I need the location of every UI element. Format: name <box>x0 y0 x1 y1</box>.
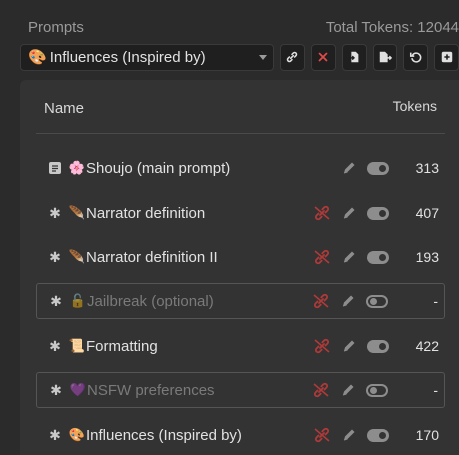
prompt-row[interactable]: ✱ 🪶 Narrator definition II 193 <box>36 239 445 275</box>
export-button[interactable] <box>372 43 398 71</box>
pencil-icon[interactable] <box>341 160 357 176</box>
prompt-emoji: 🪶 <box>68 205 86 220</box>
enable-toggle[interactable] <box>367 250 389 264</box>
prompt-row[interactable]: 🌸 Shoujo (main prompt) 313 <box>36 150 445 186</box>
prompt-title[interactable]: Influences (Inspired by) <box>86 427 242 444</box>
prompt-emoji: 🪶 <box>68 249 86 264</box>
asterisk-icon[interactable]: ✱ <box>43 293 69 310</box>
unlink-icon[interactable] <box>313 427 331 443</box>
token-count: 170 <box>415 427 439 443</box>
reset-button[interactable] <box>403 43 429 71</box>
pencil-icon[interactable] <box>341 338 357 354</box>
import-button[interactable] <box>341 43 367 71</box>
unlink-icon[interactable] <box>312 293 330 309</box>
prompt-select-value: Influences (Inspired by) <box>49 48 206 66</box>
link-button[interactable] <box>280 43 305 71</box>
token-count: 193 <box>415 249 439 265</box>
pencil-icon[interactable] <box>341 249 357 265</box>
column-header-tokens: Tokens <box>392 98 437 114</box>
token-count: 422 <box>415 338 439 354</box>
asterisk-icon[interactable]: ✱ <box>42 249 68 266</box>
prompt-emoji: 💜 <box>69 382 87 397</box>
column-header-name: Name <box>44 100 85 117</box>
add-button[interactable] <box>434 43 459 71</box>
prompt-emoji: 🔓 <box>69 293 87 308</box>
reset-icon <box>409 52 422 63</box>
prompt-title[interactable]: Shoujo (main prompt) <box>86 160 230 177</box>
prompt-row[interactable]: ✱ 🎨 Influences (Inspired by) 170 <box>36 417 445 453</box>
asterisk-icon[interactable]: ✱ <box>42 205 68 222</box>
prompt-title[interactable]: Jailbreak (optional) <box>87 293 214 310</box>
unlink-icon[interactable] <box>313 205 331 221</box>
unlink-icon[interactable] <box>313 338 331 354</box>
export-icon <box>379 51 392 63</box>
enable-toggle[interactable] <box>366 294 388 308</box>
delete-button[interactable] <box>310 43 336 71</box>
unlink-icon[interactable] <box>313 249 331 265</box>
header-divider <box>36 133 445 134</box>
pencil-icon[interactable] <box>341 427 357 443</box>
prompt-title[interactable]: Formatting <box>86 338 158 355</box>
prompt-row[interactable]: ✱ 💜 NSFW preferences - <box>36 372 445 408</box>
asterisk-icon[interactable]: ✱ <box>42 427 68 444</box>
enable-toggle[interactable] <box>367 206 389 220</box>
prompt-row[interactable]: ✱ 🪶 Narrator definition 407 <box>36 195 445 231</box>
add-icon <box>441 51 452 63</box>
token-count: 407 <box>415 205 439 221</box>
prompt-title[interactable]: NSFW preferences <box>87 382 215 399</box>
pencil-icon[interactable] <box>340 293 356 309</box>
import-icon <box>348 51 359 63</box>
token-count: 313 <box>415 160 439 176</box>
prompt-row[interactable]: ✱ 📜 Formatting 422 <box>36 328 445 364</box>
asterisk-icon[interactable]: ✱ <box>43 382 69 399</box>
enable-toggle[interactable] <box>367 428 389 442</box>
prompt-emoji: 🎨 <box>68 427 86 442</box>
palette-icon: 🎨 <box>28 49 47 66</box>
enable-toggle[interactable] <box>367 339 389 353</box>
unlink-icon[interactable] <box>312 382 330 398</box>
asterisk-icon[interactable]: ✱ <box>42 338 68 355</box>
prompt-title[interactable]: Narrator definition II <box>86 249 218 266</box>
enable-toggle[interactable] <box>367 161 389 175</box>
token-count: - <box>433 382 438 398</box>
enable-toggle[interactable] <box>366 383 388 397</box>
prompt-toolbar: 🎨 Influences (Inspired by) <box>20 43 459 71</box>
document-icon[interactable] <box>42 161 68 175</box>
total-tokens: Total Tokens: 12044 <box>325 19 459 36</box>
pencil-icon[interactable] <box>340 382 356 398</box>
chevron-down-icon <box>259 54 268 60</box>
prompt-emoji: 📜 <box>68 338 86 353</box>
close-icon <box>318 52 328 62</box>
link-icon <box>287 51 298 63</box>
prompt-emoji: 🌸 <box>68 160 86 175</box>
prompt-title[interactable]: Narrator definition <box>86 205 205 222</box>
prompt-row[interactable]: ✱ 🔓 Jailbreak (optional) - <box>36 283 445 319</box>
prompts-label: Prompts <box>28 19 84 36</box>
prompt-select[interactable]: 🎨 Influences (Inspired by) <box>20 43 275 71</box>
pencil-icon[interactable] <box>341 205 357 221</box>
token-count: - <box>433 293 438 309</box>
